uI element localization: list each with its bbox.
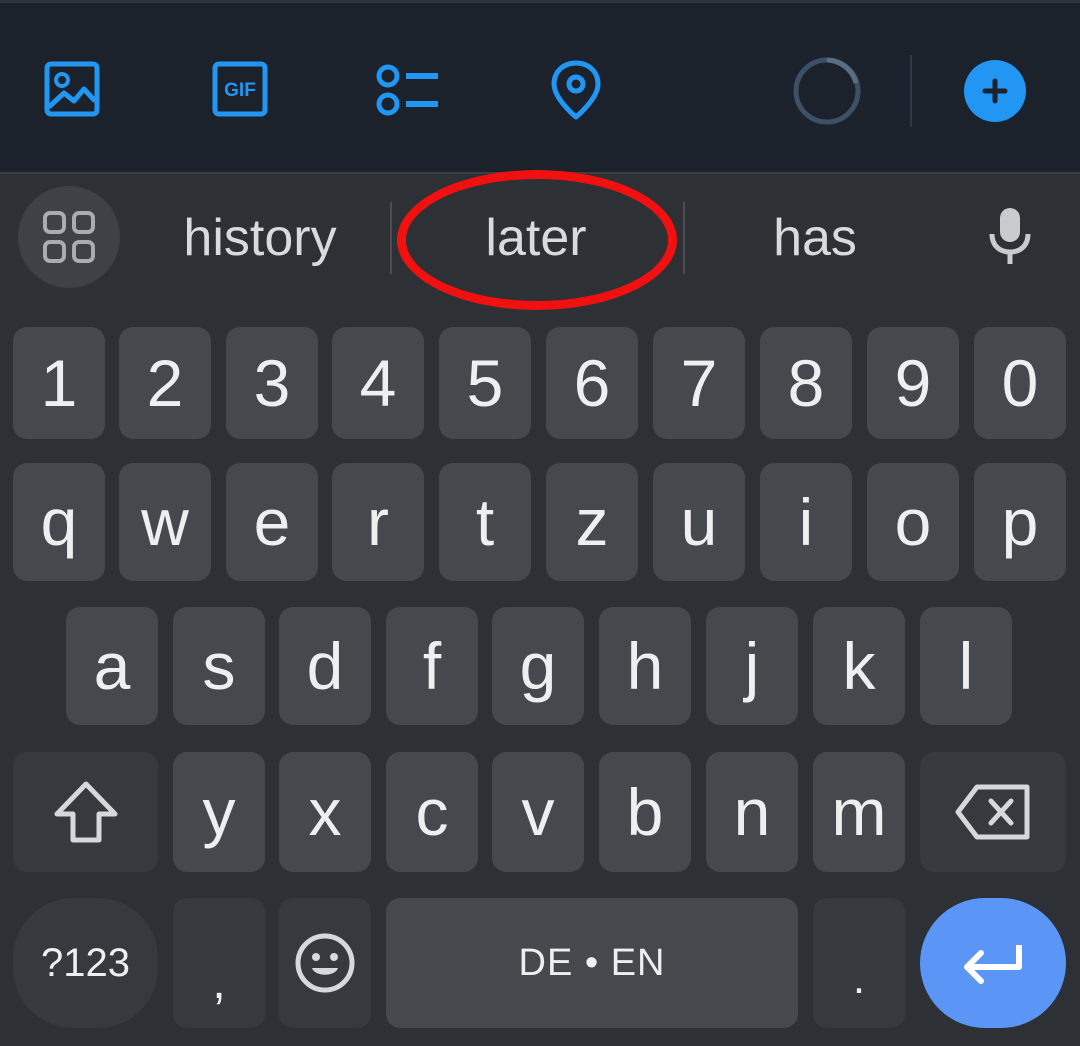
- suggestion-divider: [390, 202, 392, 274]
- toolbar-divider: [910, 55, 912, 127]
- key-s[interactable]: s: [173, 607, 265, 725]
- enter-icon: [964, 945, 1022, 984]
- comma-label: ,: [212, 956, 226, 1009]
- key-5[interactable]: 5: [439, 327, 531, 439]
- key-c[interactable]: c: [386, 752, 478, 872]
- shift-icon: [54, 781, 117, 843]
- key-e[interactable]: e: [226, 463, 318, 581]
- key-n[interactable]: n: [706, 752, 798, 872]
- key-3[interactable]: 3: [226, 327, 318, 439]
- symbols-label: ?123: [41, 940, 130, 985]
- add-icon[interactable]: [964, 60, 1026, 122]
- comma-key[interactable]: ,: [173, 898, 265, 1028]
- compose-toolbar: GIF: [0, 0, 1080, 172]
- mic-icon[interactable]: [986, 206, 1034, 271]
- gif-icon[interactable]: GIF: [212, 61, 268, 117]
- key-p[interactable]: p: [974, 463, 1066, 581]
- key-2[interactable]: 2: [119, 327, 211, 439]
- key-f[interactable]: f: [386, 607, 478, 725]
- key-d[interactable]: d: [279, 607, 371, 725]
- key-x[interactable]: x: [279, 752, 371, 872]
- symbols-key[interactable]: ?123: [13, 898, 158, 1028]
- key-a[interactable]: a: [66, 607, 158, 725]
- key-h[interactable]: h: [599, 607, 691, 725]
- key-r[interactable]: r: [332, 463, 424, 581]
- key-i[interactable]: i: [760, 463, 852, 581]
- enter-key[interactable]: [920, 898, 1066, 1028]
- key-9[interactable]: 9: [867, 327, 959, 439]
- emoji-key[interactable]: [279, 898, 371, 1028]
- key-t[interactable]: t: [439, 463, 531, 581]
- backspace-key[interactable]: [920, 752, 1066, 872]
- key-1[interactable]: 1: [13, 327, 105, 439]
- key-y[interactable]: y: [173, 752, 265, 872]
- space-label: DE • EN: [518, 941, 666, 984]
- key-4[interactable]: 4: [332, 327, 424, 439]
- grid-apps-icon[interactable]: [18, 186, 120, 288]
- key-v[interactable]: v: [492, 752, 584, 872]
- key-g[interactable]: g: [492, 607, 584, 725]
- progress-ring-icon: [791, 55, 863, 127]
- key-l[interactable]: l: [920, 607, 1012, 725]
- key-7[interactable]: 7: [653, 327, 745, 439]
- key-q[interactable]: q: [13, 463, 105, 581]
- location-pin-icon[interactable]: [549, 59, 603, 121]
- suggestion-2[interactable]: later: [420, 206, 652, 270]
- backspace-icon: [955, 784, 1030, 840]
- key-8[interactable]: 8: [760, 327, 852, 439]
- key-m[interactable]: m: [813, 752, 905, 872]
- key-6[interactable]: 6: [546, 327, 638, 439]
- key-z[interactable]: z: [546, 463, 638, 581]
- key-b[interactable]: b: [599, 752, 691, 872]
- list-icon[interactable]: [376, 63, 440, 119]
- image-icon[interactable]: [44, 61, 100, 117]
- key-j[interactable]: j: [706, 607, 798, 725]
- key-u[interactable]: u: [653, 463, 745, 581]
- shift-key[interactable]: [13, 752, 158, 872]
- key-w[interactable]: w: [119, 463, 211, 581]
- key-o[interactable]: o: [867, 463, 959, 581]
- emoji-icon: [295, 933, 355, 993]
- suggestion-3[interactable]: has: [700, 206, 930, 270]
- period-key[interactable]: .: [813, 898, 905, 1028]
- key-0[interactable]: 0: [974, 327, 1066, 439]
- period-label: .: [852, 954, 866, 1003]
- suggestion-divider: [683, 202, 685, 274]
- space-key[interactable]: DE • EN: [386, 898, 798, 1028]
- gif-label: GIF: [224, 80, 256, 101]
- suggestion-1[interactable]: history: [150, 206, 370, 270]
- key-k[interactable]: k: [813, 607, 905, 725]
